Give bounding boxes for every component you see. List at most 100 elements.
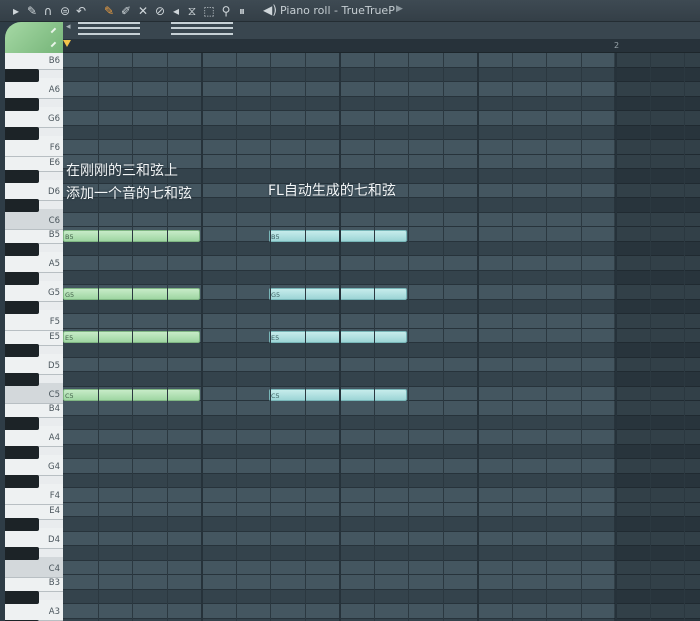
grid-row-As5[interactable] xyxy=(63,241,700,256)
playback-icon[interactable]: ⏸ xyxy=(234,3,250,19)
key-label: G5 xyxy=(48,288,60,298)
black-key-As3[interactable] xyxy=(5,590,39,604)
mute-icon[interactable]: ◂ xyxy=(168,3,184,19)
grid-step-line xyxy=(477,53,479,621)
slice-icon[interactable]: ⧖ xyxy=(184,3,200,19)
black-key-Ds6[interactable] xyxy=(5,170,39,183)
grid-row-Cs4[interactable] xyxy=(63,546,700,561)
grid-row-Fs4[interactable] xyxy=(63,473,700,488)
grid-step-line xyxy=(201,53,203,621)
pattern-preview[interactable] xyxy=(171,22,233,35)
key-label: A5 xyxy=(48,259,60,269)
grid-row-A6[interactable] xyxy=(63,82,700,97)
select-icon[interactable]: ⬚ xyxy=(201,3,217,19)
note-right-g5[interactable]: G5 xyxy=(269,288,407,300)
grid-row-D4[interactable] xyxy=(63,531,700,546)
pencil-icon[interactable]: ✎ xyxy=(101,3,117,19)
grid-step-line xyxy=(132,53,133,621)
black-key-As4[interactable] xyxy=(5,416,39,430)
key-label: A3 xyxy=(48,607,60,617)
black-key-Ds5[interactable] xyxy=(5,344,39,357)
grid-row-C6[interactable] xyxy=(63,212,700,227)
pattern-preview[interactable] xyxy=(78,22,140,35)
no-entry-icon[interactable]: ⊘ xyxy=(152,3,168,19)
key-label: B6 xyxy=(48,56,60,66)
black-key-Gs4[interactable] xyxy=(5,445,39,459)
grid-row-Fs6[interactable] xyxy=(63,125,700,140)
grid-row-As6[interactable] xyxy=(63,67,700,82)
grid-row-Fs5[interactable] xyxy=(63,299,700,314)
grid-row-Gs5[interactable] xyxy=(63,270,700,285)
out-of-range-area xyxy=(614,53,700,621)
grid-row-A3[interactable] xyxy=(63,604,700,619)
grid-row-D5[interactable] xyxy=(63,357,700,372)
grid-row-Cs5[interactable] xyxy=(63,372,700,387)
delete-icon[interactable]: ✕ xyxy=(135,3,151,19)
key-label: F5 xyxy=(49,317,60,327)
key-label: G4 xyxy=(48,462,60,472)
grid-row-F6[interactable] xyxy=(63,140,700,155)
title-arrow-icon[interactable]: ▶ xyxy=(396,4,403,14)
grid-row-G6[interactable] xyxy=(63,111,700,126)
grid-step-line xyxy=(304,53,306,621)
black-key-Fs6[interactable] xyxy=(5,126,39,140)
grid-step-line xyxy=(684,53,685,621)
black-key-As5[interactable] xyxy=(5,242,39,256)
grid-step-line xyxy=(373,53,375,621)
event-bar[interactable] xyxy=(63,22,700,39)
key-label: B3 xyxy=(48,578,60,588)
grid-row-Ds5[interactable] xyxy=(63,343,700,358)
grid-row-B4[interactable] xyxy=(63,401,700,416)
note-right-b5[interactable]: B5 xyxy=(269,230,407,242)
black-key-As6[interactable] xyxy=(5,68,39,82)
wrench-icon[interactable]: ✎ xyxy=(24,3,40,19)
black-key-Fs5[interactable] xyxy=(5,300,39,314)
piano-roll-toolbar: ▸ ✎ ∩ ⊜ ↶ ✎ ✐ ✕ ⊘ ◂ ⧖ ⬚ ⚲ ⏸ ◀) Piano rol… xyxy=(0,0,700,22)
grid-row-B3[interactable] xyxy=(63,575,700,590)
piano-keyboard[interactable]: B6 A6 G6 F6 E6 D6 C6 B5 A5 G5 F5 E5 D5 C5 B4 A4 G4 F4 E4 D4… xyxy=(5,53,63,621)
event-arrow-icon[interactable]: ◂ xyxy=(66,22,71,32)
playhead-marker[interactable] xyxy=(63,40,71,47)
note-grid[interactable]: B5 G5 E5 C5 B5 G5 E5 C5 xyxy=(63,53,700,621)
grid-row-As4[interactable] xyxy=(63,415,700,430)
black-key-Cs6[interactable] xyxy=(5,199,39,212)
zoom-icon[interactable]: ⚲ xyxy=(218,3,234,19)
annotation-left-line1: 在刚刚的三和弦上 xyxy=(66,163,178,179)
black-key-Cs4[interactable] xyxy=(5,547,39,560)
key-label: A4 xyxy=(48,433,60,443)
grid-row-A5[interactable] xyxy=(63,256,700,271)
grid-row-E4[interactable] xyxy=(63,502,700,517)
key-label: E4 xyxy=(49,505,60,516)
grid-row-Gs6[interactable] xyxy=(63,96,700,111)
black-key-Fs4[interactable] xyxy=(5,474,39,488)
key-label: E6 xyxy=(49,157,60,168)
black-key-Gs5[interactable] xyxy=(5,271,39,285)
play-arrow-icon[interactable]: ▸ xyxy=(8,3,24,19)
black-key-Gs6[interactable] xyxy=(5,97,39,111)
menu-icon[interactable]: ⊜ xyxy=(57,3,73,19)
note-right-c5[interactable]: C5 xyxy=(269,389,407,401)
paint-icon[interactable]: ✐ xyxy=(118,3,134,19)
undo-icon[interactable]: ↶ xyxy=(73,3,89,19)
black-key-Cs5[interactable] xyxy=(5,373,39,386)
grid-row-Gs4[interactable] xyxy=(63,444,700,459)
grid-step-line xyxy=(546,53,547,621)
window-title[interactable]: Piano roll - TrueTrueP xyxy=(280,4,395,17)
key-label: D4 xyxy=(48,534,60,545)
timeline-ruler[interactable] xyxy=(63,39,700,53)
key-label: G6 xyxy=(48,114,60,124)
grid-step-line xyxy=(339,53,341,621)
grid-row-F5[interactable] xyxy=(63,314,700,329)
grid-row-Ds4[interactable] xyxy=(63,517,700,532)
grid-row-A4[interactable] xyxy=(63,430,700,445)
key-label: F4 xyxy=(49,491,60,501)
magnet-icon[interactable]: ∩ xyxy=(40,3,56,19)
grid-row-F4[interactable] xyxy=(63,488,700,503)
grid-row-C4[interactable] xyxy=(63,560,700,575)
grid-step-line xyxy=(166,53,168,621)
grid-row-B6[interactable] xyxy=(63,53,700,68)
note-right-e5[interactable]: E5 xyxy=(269,331,407,343)
black-key-Ds4[interactable] xyxy=(5,518,39,531)
grid-row-As3[interactable] xyxy=(63,589,700,604)
grid-row-G4[interactable] xyxy=(63,459,700,474)
